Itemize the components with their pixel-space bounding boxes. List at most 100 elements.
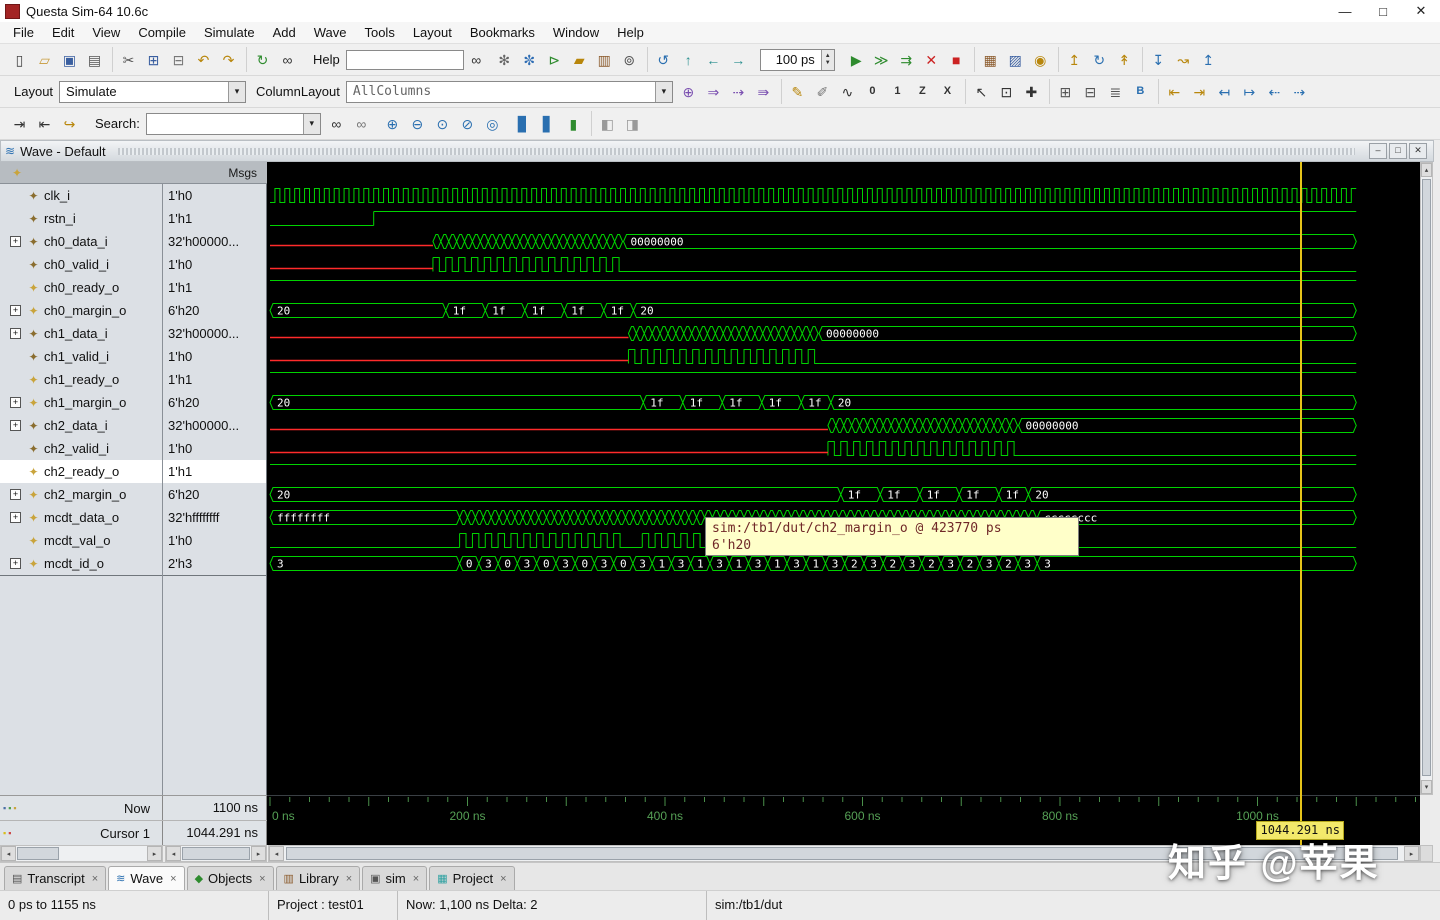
print-button[interactable]: ▤	[82, 47, 107, 72]
copy-button[interactable]: ⊞	[141, 47, 166, 72]
run-all-button[interactable]: ⇉	[894, 47, 919, 72]
spin-up-icon[interactable]: ▲	[822, 53, 834, 60]
help-input[interactable]	[346, 50, 464, 70]
waveform-area[interactable]: 00000000201f1f1f1f1f2000000000201f1f1f1f…	[267, 162, 1420, 845]
signal-row-clk_i[interactable]: +✦clk_i	[0, 184, 162, 207]
signal-row-ch0_ready_o[interactable]: +✦ch0_ready_o	[0, 276, 162, 299]
hscroll-thumb[interactable]	[286, 847, 1398, 860]
signal-row-ch1_ready_o[interactable]: +✦ch1_ready_o	[0, 368, 162, 391]
scroll-down-button[interactable]: ▾	[1421, 780, 1432, 794]
zoom-range-button[interactable]: ⊘	[455, 111, 480, 136]
wave-collapse-button[interactable]: ⊟	[1078, 79, 1103, 104]
show-grid-button[interactable]: ▊	[511, 111, 536, 136]
menu-edit[interactable]: Edit	[43, 22, 83, 43]
run-length-field[interactable]: 100 ps ▲▼	[760, 49, 835, 71]
bookmark-b-button[interactable]: B	[1128, 79, 1153, 104]
expand-toggle-icon[interactable]: +	[10, 305, 21, 316]
cut-button[interactable]: ✂	[116, 47, 141, 72]
undo-button[interactable]: ↶	[191, 47, 216, 72]
chevron-down-icon[interactable]: ▾	[228, 82, 245, 102]
prev-fall-button[interactable]: ⇠	[1262, 79, 1287, 104]
wave-cursor-line[interactable]	[1300, 162, 1302, 845]
environment-up-button[interactable]: ↑	[676, 47, 701, 72]
chevron-down-icon[interactable]: ▾	[303, 114, 320, 134]
find-options-button[interactable]: ∞	[349, 111, 374, 136]
remove-cursor-button[interactable]: ⇤	[32, 111, 57, 136]
tab-transcript[interactable]: ▤Transcript×	[4, 866, 106, 890]
scroll-left-button[interactable]: ◂	[269, 846, 284, 861]
signal-row-ch2_ready_o[interactable]: +✦ch2_ready_o	[0, 460, 162, 483]
menu-simulate[interactable]: Simulate	[195, 22, 264, 43]
signal-row-ch2_valid_i[interactable]: +✦ch2_valid_i	[0, 437, 162, 460]
cursor-lock-icon[interactable]: ▪	[8, 829, 11, 838]
scroll-left-button[interactable]: ◂	[166, 846, 181, 861]
signal-row-ch1_data_i[interactable]: +✦ch1_data_i	[0, 322, 162, 345]
environment-forward-button[interactable]: →	[726, 47, 751, 72]
add-to-list-button[interactable]: ⇢	[726, 79, 751, 104]
menu-file[interactable]: File	[4, 22, 43, 43]
zoom-in-button[interactable]: ⊕	[380, 111, 405, 136]
redo-button[interactable]: ↷	[216, 47, 241, 72]
run-length-spinner[interactable]: ▲▼	[821, 50, 834, 70]
find-next-button[interactable]: ∞	[324, 111, 349, 136]
menu-help[interactable]: Help	[608, 22, 653, 43]
lock-cursor-button[interactable]: ↪	[57, 111, 82, 136]
signal-row-ch0_data_i[interactable]: +✦ch0_data_i	[0, 230, 162, 253]
tab-close-icon[interactable]: ×	[259, 873, 265, 885]
close-button[interactable]: ✕	[1402, 1, 1440, 22]
tail-left-button[interactable]: ⇤	[1162, 79, 1187, 104]
expand-toggle-icon[interactable]: +	[10, 558, 21, 569]
search-input-wrap[interactable]: ▾	[146, 113, 321, 135]
panel-close-button[interactable]: ✕	[1409, 143, 1427, 159]
wave-group-button[interactable]: ≣	[1103, 79, 1128, 104]
expand-toggle-icon[interactable]: +	[10, 420, 21, 431]
new-document-button[interactable]: ▯	[7, 47, 32, 72]
environment-back-button[interactable]: ←	[701, 47, 726, 72]
tab-library[interactable]: ▥Library×	[276, 866, 361, 890]
optimize-button[interactable]: ▰	[567, 47, 592, 72]
time-ruler[interactable]: 0 ns200 ns400 ns600 ns800 ns1000 ns	[267, 795, 1420, 845]
break-button[interactable]: ✕	[919, 47, 944, 72]
signal-row-ch0_valid_i[interactable]: +✦ch0_valid_i	[0, 253, 162, 276]
vscroll-track[interactable]	[1421, 177, 1432, 780]
literal-z-button[interactable]: Z	[910, 79, 935, 104]
add-library-button[interactable]: ▥	[592, 47, 617, 72]
columnlayout-select[interactable]: AllColumns ▾	[346, 81, 673, 103]
menu-layout[interactable]: Layout	[404, 22, 461, 43]
hscroll-thumb[interactable]	[17, 847, 59, 860]
search-input[interactable]	[147, 116, 303, 132]
expand-toggle-icon[interactable]: +	[10, 397, 21, 408]
scroll-right-button[interactable]: ▸	[147, 846, 162, 861]
panel-maximize-button[interactable]: □	[1389, 143, 1407, 159]
panel-drag-handle[interactable]	[118, 148, 1355, 155]
show-values-button[interactable]: ▮	[561, 111, 586, 136]
signal-select-icon[interactable]: ✦	[12, 166, 22, 180]
find-button[interactable]: ∞	[275, 47, 300, 72]
menu-view[interactable]: View	[83, 22, 129, 43]
literal-1-button[interactable]: 1	[885, 79, 910, 104]
menu-wave[interactable]: Wave	[305, 22, 356, 43]
layout-select[interactable]: Simulate ▾	[59, 81, 246, 103]
signal-row-mcdt_val_o[interactable]: +✦mcdt_val_o	[0, 529, 162, 552]
run-continue-button[interactable]: ≫	[869, 47, 894, 72]
hscroll-thumb[interactable]	[182, 847, 250, 860]
prev-transition-button[interactable]: ↤	[1212, 79, 1237, 104]
tab-close-icon[interactable]: ×	[92, 873, 98, 885]
wave-hscrollbar[interactable]: ◂ ▸	[268, 845, 1420, 862]
hscroll-track[interactable]	[16, 846, 147, 861]
hscroll-track[interactable]	[284, 846, 1404, 861]
timebar-icon[interactable]: ▪	[8, 804, 11, 813]
scroll-left-button[interactable]: ◂	[1, 846, 16, 861]
timebar-icon[interactable]: ▪	[3, 804, 6, 813]
menu-bookmarks[interactable]: Bookmarks	[461, 22, 544, 43]
tab-sim[interactable]: ▣sim×	[362, 866, 427, 890]
literal-x-button[interactable]: X	[935, 79, 960, 104]
signal-row-rstn_i[interactable]: +✦rstn_i	[0, 207, 162, 230]
find-previous-edge-button[interactable]: ↥	[1062, 47, 1087, 72]
expand-toggle-icon[interactable]: +	[10, 489, 21, 500]
refresh-view-button[interactable]: ↻	[1087, 47, 1112, 72]
signal-row-mcdt_data_o[interactable]: +✦mcdt_data_o	[0, 506, 162, 529]
zoom-cursor-button[interactable]: ◎	[480, 111, 505, 136]
tab-close-icon[interactable]: ×	[170, 873, 176, 885]
expand-toggle-icon[interactable]: +	[10, 236, 21, 247]
